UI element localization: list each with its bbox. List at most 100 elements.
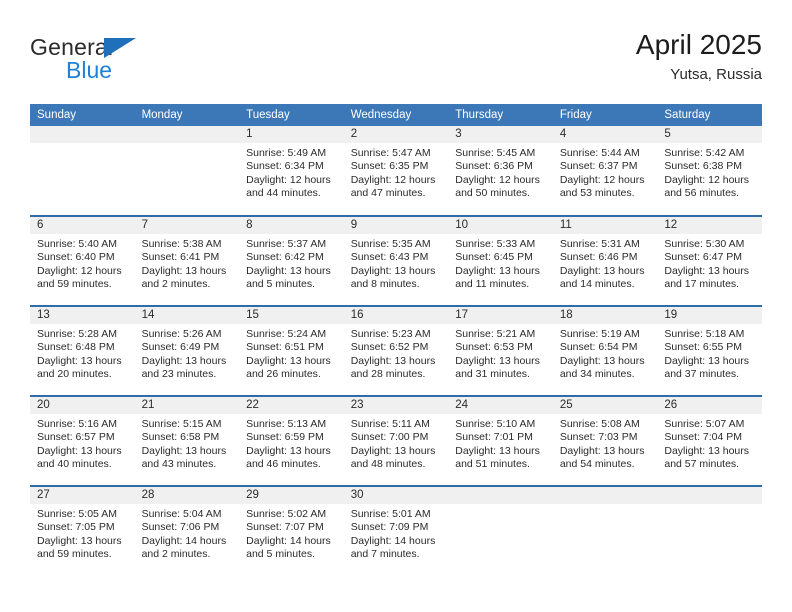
day-detail-sunset: Sunset: 6:36 PM (455, 160, 533, 173)
calendar-day-cell[interactable]: 1 Sunrise: 5:49 AM Sunset: 6:34 PM Daylight… (239, 126, 344, 216)
day-detail-sunset: Sunset: 7:00 PM (350, 431, 429, 444)
weekday-header-monday: Monday (134, 104, 240, 126)
day-detail-daylight2: and 26 minutes. (246, 368, 321, 381)
day-detail-sunrise: Sunrise: 5:47 AM (350, 147, 431, 159)
day-detail-daylight1: Daylight: 13 hours (455, 264, 540, 277)
day-detail-daylight1: Daylight: 14 hours (350, 534, 436, 547)
triangle-icon (104, 38, 136, 58)
day-detail-sunrise: Sunrise: 5:05 AM (37, 508, 117, 520)
calendar-day-cell[interactable]: 18 Sunrise: 5:19 AM Sunset: 6:54 PM Dayligh… (552, 305, 658, 396)
day-number: 14 (134, 307, 240, 324)
weekday-header-tuesday: Tuesday (239, 104, 344, 126)
day-details: Sunrise: 5:35 AM Sunset: 6:43 PM Daylight:… (344, 234, 449, 292)
day-detail-daylight2: and 43 minutes. (141, 458, 217, 471)
day-detail-sunset: Sunset: 6:58 PM (141, 431, 220, 444)
weekday-header-thursday: Thursday (448, 104, 553, 126)
day-details: Sunrise: 5:23 AM Sunset: 6:52 PM Daylight:… (344, 324, 449, 382)
day-detail-daylight2: and 54 minutes. (559, 458, 635, 471)
day-detail-sunset: Sunset: 6:40 PM (37, 251, 115, 264)
calendar-day-cell[interactable]: 10 Sunrise: 5:33 AM Sunset: 6:45 PM Dayligh… (448, 215, 553, 306)
calendar-day-cell-empty (657, 485, 762, 576)
calendar-page: General Blue April 2025 Yutsa, Russia Su… (0, 0, 792, 612)
calendar-day-cell[interactable]: 30 Sunrise: 5:01 AM Sunset: 7:09 PM Dayligh… (343, 485, 449, 576)
day-details: Sunrise: 5:10 AM Sunset: 7:01 PM Daylight:… (448, 414, 553, 472)
day-details: Sunrise: 5:30 AM Sunset: 6:47 PM Daylight:… (657, 234, 762, 292)
calendar-day-cell[interactable]: 5 Sunrise: 5:42 AM Sunset: 6:38 PM Daylight… (657, 126, 762, 216)
day-details: Sunrise: 5:11 AM Sunset: 7:00 PM Daylight:… (344, 414, 449, 472)
calendar-day-cell[interactable]: 13 Sunrise: 5:28 AM Sunset: 6:48 PM Dayligh… (30, 305, 135, 396)
day-detail-sunset: Sunset: 6:51 PM (246, 341, 324, 354)
day-detail-sunset: Sunset: 6:34 PM (246, 160, 324, 173)
calendar-day-cell[interactable]: 21 Sunrise: 5:15 AM Sunset: 6:58 PM Dayligh… (134, 395, 240, 486)
calendar-day-cell[interactable]: 29 Sunrise: 5:02 AM Sunset: 7:07 PM Dayligh… (239, 485, 344, 576)
calendar-day-cell[interactable]: 20 Sunrise: 5:16 AM Sunset: 6:57 PM Dayligh… (30, 395, 135, 486)
day-detail-daylight1: Daylight: 12 hours (246, 173, 331, 186)
day-details: Sunrise: 5:31 AM Sunset: 6:46 PM Daylight:… (553, 234, 658, 292)
weekday-header-wednesday: Wednesday (343, 104, 449, 126)
brand-logo[interactable]: General Blue (30, 34, 270, 82)
calendar-day-cell[interactable]: 9 Sunrise: 5:35 AM Sunset: 6:43 PM Daylight… (343, 215, 449, 306)
calendar-day-cell[interactable]: 14 Sunrise: 5:26 AM Sunset: 6:49 PM Dayligh… (134, 305, 240, 396)
calendar-day-cell[interactable]: 27 Sunrise: 5:05 AM Sunset: 7:05 PM Dayligh… (30, 485, 135, 576)
calendar-day-cell-empty (552, 485, 658, 576)
day-number: 28 (134, 487, 240, 504)
day-detail-daylight2: and 40 minutes. (37, 458, 112, 471)
calendar-day-cell[interactable]: 26 Sunrise: 5:07 AM Sunset: 7:04 PM Dayligh… (657, 395, 762, 486)
day-detail-daylight1: Daylight: 13 hours (664, 444, 750, 457)
calendar-day-cell[interactable]: 17 Sunrise: 5:21 AM Sunset: 6:53 PM Dayligh… (448, 305, 553, 396)
day-number: 16 (343, 307, 449, 324)
calendar-day-cell[interactable]: 15 Sunrise: 5:24 AM Sunset: 6:51 PM Dayligh… (239, 305, 344, 396)
calendar-day-cell[interactable]: 6 Sunrise: 5:40 AM Sunset: 6:40 PM Daylight… (30, 215, 135, 306)
day-detail-sunrise: Sunrise: 5:10 AM (455, 418, 536, 430)
day-details: Sunrise: 5:21 AM Sunset: 6:53 PM Daylight:… (448, 324, 553, 382)
day-detail-sunset: Sunset: 6:59 PM (246, 431, 324, 444)
day-detail-sunset: Sunset: 7:03 PM (559, 431, 638, 444)
day-detail-daylight1: Daylight: 13 hours (455, 354, 540, 367)
day-number: 21 (134, 397, 240, 414)
calendar-day-cell[interactable]: 8 Sunrise: 5:37 AM Sunset: 6:42 PM Daylight… (239, 215, 344, 306)
calendar-week-row: 27 Sunrise: 5:05 AM Sunset: 7:05 PM Dayligh… (30, 485, 762, 576)
day-detail-sunrise: Sunrise: 5:40 AM (37, 238, 117, 250)
calendar-day-cell[interactable]: 22 Sunrise: 5:13 AM Sunset: 6:59 PM Dayligh… (239, 395, 344, 486)
day-detail-daylight2: and 50 minutes. (455, 187, 530, 200)
calendar-day-cell[interactable]: 4 Sunrise: 5:44 AM Sunset: 6:37 PM Daylight… (552, 126, 658, 216)
day-number: 25 (552, 397, 658, 414)
day-detail-sunrise: Sunrise: 5:28 AM (37, 328, 117, 340)
day-detail-daylight1: Daylight: 13 hours (350, 444, 436, 457)
day-details: Sunrise: 5:02 AM Sunset: 7:07 PM Daylight:… (239, 504, 344, 562)
day-number: 19 (657, 307, 762, 324)
calendar-day-cell[interactable]: 19 Sunrise: 5:18 AM Sunset: 6:55 PM Dayligh… (657, 305, 762, 396)
calendar-day-cell[interactable]: 28 Sunrise: 5:04 AM Sunset: 7:06 PM Dayligh… (134, 485, 240, 576)
day-detail-sunset: Sunset: 7:01 PM (455, 431, 533, 444)
day-number: 17 (448, 307, 553, 324)
calendar-day-cell[interactable]: 12 Sunrise: 5:30 AM Sunset: 6:47 PM Dayligh… (657, 215, 762, 306)
calendar-day-cell[interactable]: 11 Sunrise: 5:31 AM Sunset: 6:46 PM Dayligh… (552, 215, 658, 306)
day-detail-sunrise: Sunrise: 5:38 AM (141, 238, 222, 250)
calendar-day-cell[interactable]: 16 Sunrise: 5:23 AM Sunset: 6:52 PM Dayligh… (343, 305, 449, 396)
day-number: 8 (239, 217, 344, 234)
weekday-header-sunday: Sunday (30, 104, 135, 126)
calendar-day-cell[interactable]: 25 Sunrise: 5:08 AM Sunset: 7:03 PM Dayligh… (552, 395, 658, 486)
calendar-day-cell[interactable]: 2 Sunrise: 5:47 AM Sunset: 6:35 PM Daylight… (343, 126, 449, 216)
calendar-day-cell[interactable]: 3 Sunrise: 5:45 AM Sunset: 6:36 PM Daylight… (448, 126, 553, 216)
weekday-header-saturday: Saturday (657, 104, 762, 126)
day-detail-daylight2: and 2 minutes. (141, 548, 211, 561)
calendar-header-row: Sunday Monday Tuesday Wednesday Thursday Frid… (30, 104, 762, 126)
day-detail-daylight1: Daylight: 12 hours (37, 264, 122, 277)
day-details: Sunrise: 5:16 AM Sunset: 6:57 PM Daylight:… (30, 414, 135, 472)
calendar-day-cell[interactable]: 7 Sunrise: 5:38 AM Sunset: 6:41 PM Daylight… (134, 215, 240, 306)
day-detail-daylight2: and 20 minutes. (37, 368, 112, 381)
day-detail-sunset: Sunset: 6:41 PM (141, 251, 220, 264)
day-number: 18 (552, 307, 658, 324)
day-number: 26 (657, 397, 762, 414)
day-detail-daylight1: Daylight: 12 hours (350, 173, 436, 186)
day-detail-sunset: Sunset: 6:55 PM (664, 341, 743, 354)
day-number (657, 487, 762, 504)
calendar-week-row: 1 Sunrise: 5:49 AM Sunset: 6:34 PM Daylight… (30, 126, 762, 216)
calendar-day-cell-empty (134, 126, 240, 216)
calendar-day-cell[interactable]: 24 Sunrise: 5:10 AM Sunset: 7:01 PM Dayligh… (448, 395, 553, 486)
calendar-week-row: 13 Sunrise: 5:28 AM Sunset: 6:48 PM Dayligh… (30, 305, 762, 396)
calendar-day-cell[interactable]: 23 Sunrise: 5:11 AM Sunset: 7:00 PM Dayligh… (343, 395, 449, 486)
day-detail-sunrise: Sunrise: 5:30 AM (664, 238, 745, 250)
brand-name-general: General (30, 34, 114, 60)
